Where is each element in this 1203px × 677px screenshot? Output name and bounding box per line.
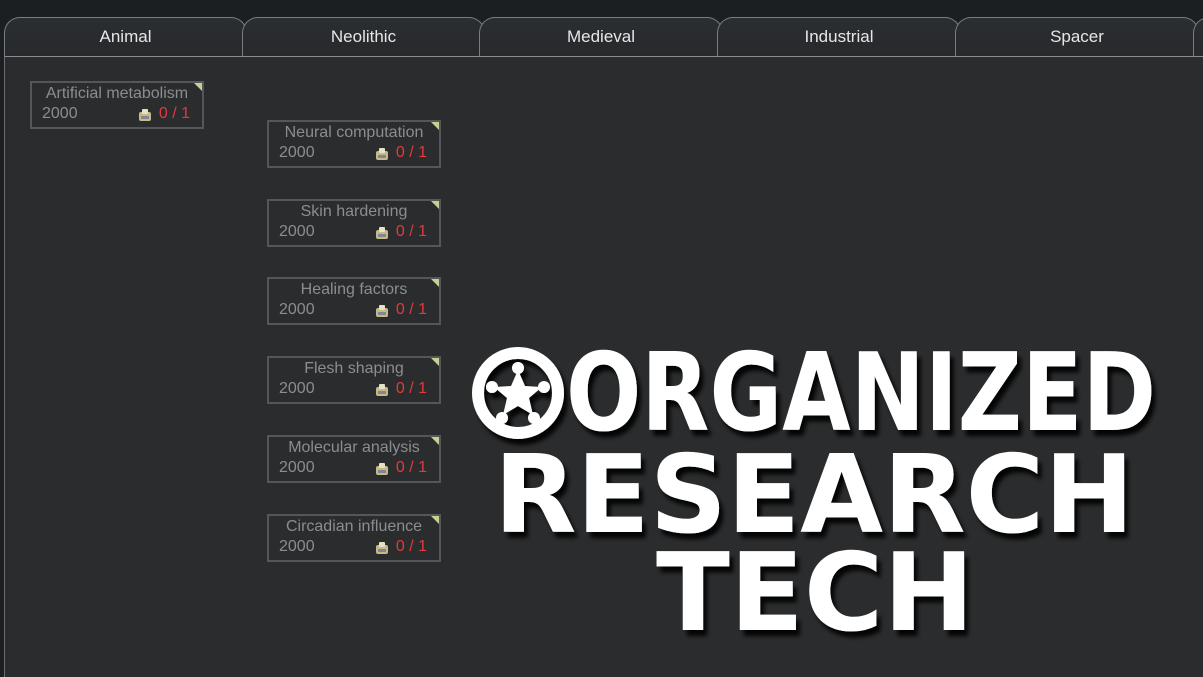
star-ring-icon [472,347,564,439]
project-progress: 0 / 1 [158,105,190,122]
project-title: Skin hardening [300,203,408,220]
project-title: Circadian influence [285,518,423,535]
project-cost: 2000 [279,223,315,240]
tab-neolithic[interactable]: Neolithic [242,17,485,57]
project-card-healing-factors[interactable]: Healing factors 2000 0 / 1 [267,277,441,325]
project-progress: 0 / 1 [395,144,427,161]
organized-research-tech-logo: ORGANIZED RESEARCH TECH [472,340,1156,650]
project-cost: 2000 [279,538,315,555]
project-title: Molecular analysis [288,439,420,456]
project-progress: 0 / 1 [395,538,427,555]
project-card-circadian-influence[interactable]: Circadian influence 2000 0 / 1 [267,514,441,562]
tab-medieval[interactable]: Medieval [479,17,723,57]
project-cost: 2000 [42,105,78,122]
project-card-skin-hardening[interactable]: Skin hardening 2000 0 / 1 [267,199,441,247]
project-title: Flesh shaping [304,360,404,377]
project-cost: 2000 [279,301,315,318]
project-title: Healing factors [300,281,408,298]
project-progress: 0 / 1 [395,301,427,318]
research-bench-icon [376,305,388,317]
project-progress: 0 / 1 [395,380,427,397]
tab-spacer[interactable]: Spacer [955,17,1199,57]
research-bench-icon [376,148,388,160]
research-bench-icon [376,384,388,396]
logo-line-3: TECH [656,531,974,650]
project-title: Neural computation [284,124,424,141]
project-cost: 2000 [279,380,315,397]
research-bench-icon [376,463,388,475]
research-bench-icon [376,542,388,554]
research-screen: Animal Neolithic Medieval Industrial Spa… [0,0,1203,677]
tab-industrial[interactable]: Industrial [717,17,961,57]
project-card-flesh-shaping[interactable]: Flesh shaping 2000 0 / 1 [267,356,441,404]
project-cost: 2000 [279,459,315,476]
project-card-artificial-metabolism[interactable]: Artificial metabolism 2000 0 / 1 [30,81,204,129]
research-bench-icon [139,109,151,121]
research-bench-icon [376,227,388,239]
project-card-molecular-analysis[interactable]: Molecular analysis 2000 0 / 1 [267,435,441,483]
project-title: Artificial metabolism [45,85,189,102]
project-progress: 0 / 1 [395,459,427,476]
tab-animal[interactable]: Animal [4,17,247,57]
project-progress: 0 / 1 [395,223,427,240]
project-card-neural-computation[interactable]: Neural computation 2000 0 / 1 [267,120,441,168]
project-cost: 2000 [279,144,315,161]
